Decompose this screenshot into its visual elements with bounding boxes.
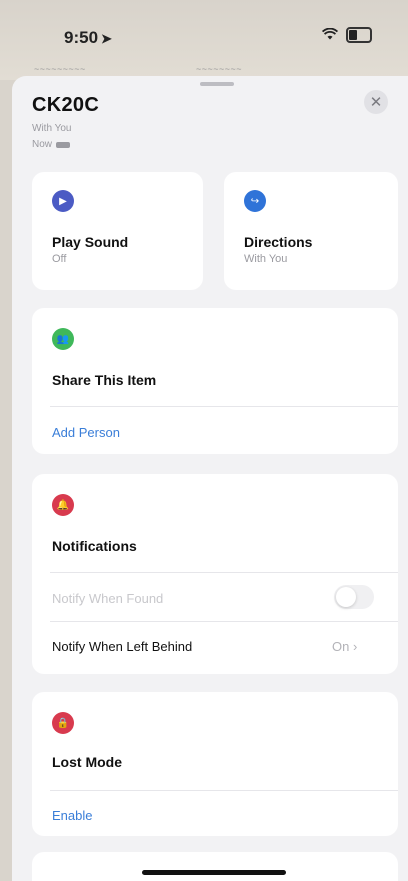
home-indicator[interactable] [142, 870, 286, 875]
divider [50, 621, 398, 622]
divider [50, 406, 398, 407]
notify-found-label: Notify When Found [52, 591, 164, 606]
map-blur-label: ~~~~~~~~~ [34, 64, 86, 74]
lock-icon: 🔒 [52, 712, 74, 734]
directions-status: With You [244, 253, 288, 265]
chevron-right-icon: › [352, 639, 358, 654]
directions-card[interactable]: ↪ Directions With You [224, 172, 398, 290]
enable-lost-mode-link[interactable]: Enable [52, 808, 92, 823]
item-detail-sheet: CK20C With You Now ✕ ▶ Play Sound Off ↪ … [12, 76, 408, 881]
play-sound-status: Off [52, 253, 67, 265]
item-name: CK20C [32, 94, 100, 116]
directions-icon: ↪ [244, 190, 266, 212]
share-title: Share This Item [52, 372, 157, 388]
lost-mode-title: Lost Mode [52, 754, 122, 770]
next-card [32, 852, 398, 881]
item-updated-row: Now [32, 139, 71, 150]
notify-left-behind-value[interactable]: On › [332, 639, 357, 654]
play-sound-label: Play Sound [52, 234, 129, 250]
close-icon: ✕ [369, 94, 383, 111]
divider [50, 790, 398, 791]
share-card: 👥 Share This Item Add Person [32, 308, 398, 454]
map-blur-label: ~~~~~~~~ [196, 64, 243, 74]
lost-mode-card: 🔒 Lost Mode Enable [32, 692, 398, 836]
item-battery-icon [56, 141, 71, 148]
item-updated: Now [32, 139, 53, 150]
directions-label: Directions [244, 234, 313, 250]
status-time: 9:50 ➤ [64, 28, 112, 47]
close-button[interactable]: ✕ [364, 90, 388, 114]
play-sound-card[interactable]: ▶ Play Sound Off [32, 172, 203, 290]
toggle-knob [336, 587, 356, 607]
add-person-link[interactable]: Add Person [52, 425, 120, 440]
play-icon: ▶ [52, 190, 74, 212]
notifications-card: 🔔 Notifications Notify When Found Notify… [32, 474, 398, 674]
battery-icon [346, 27, 372, 43]
divider [50, 572, 398, 573]
location-arrow-icon: ➤ [101, 31, 112, 46]
people-icon: 👥 [52, 328, 74, 350]
notify-left-behind-label[interactable]: Notify When Left Behind [52, 639, 192, 654]
sheet-grabber[interactable] [200, 82, 234, 86]
status-bar: 9:50 ➤ ~~~~~~~~~ ~~~~~~~~ [0, 0, 408, 80]
wifi-icon [321, 27, 339, 43]
notifications-title: Notifications [52, 538, 137, 554]
notify-found-toggle[interactable] [334, 585, 374, 609]
bell-icon: 🔔 [52, 494, 74, 516]
item-status: With You [32, 123, 72, 134]
